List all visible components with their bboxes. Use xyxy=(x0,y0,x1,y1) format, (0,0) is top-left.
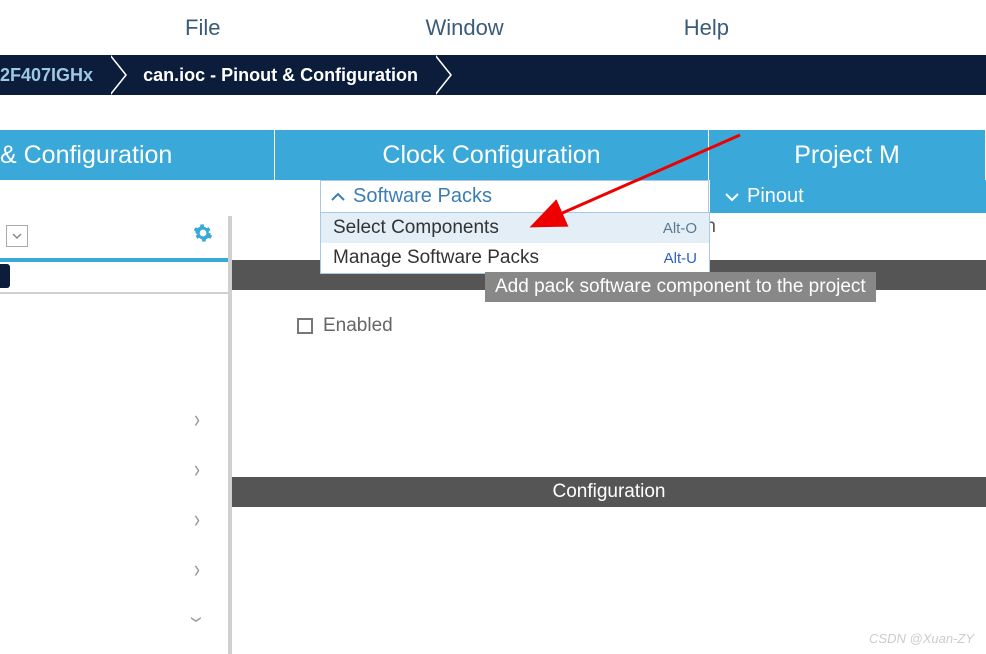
sidebar-item[interactable]: › xyxy=(0,494,228,544)
tab-clock-config[interactable]: Clock Configuration xyxy=(275,130,709,180)
software-packs-dropdown[interactable]: Software Packs Select Components Alt-O M… xyxy=(320,180,709,213)
subbar: Software Packs Select Components Alt-O M… xyxy=(0,180,986,213)
gear-icon[interactable] xyxy=(193,223,213,249)
breadcrumb: 2F407IGHx can.ioc - Pinout & Configurati… xyxy=(0,55,986,95)
sidebar-active-underline xyxy=(0,258,228,262)
menu-file[interactable]: File xyxy=(155,15,250,41)
menubar: File Window Help xyxy=(0,0,986,55)
sidebar-active-marker xyxy=(0,264,10,288)
software-packs-header[interactable]: Software Packs xyxy=(321,181,708,212)
configuration-header-bar: Configuration xyxy=(232,477,986,507)
sidebar-dropdown-toggle[interactable] xyxy=(6,225,28,247)
chevron-right-icon: › xyxy=(194,454,200,483)
tooltip: Add pack software component to the proje… xyxy=(485,272,876,302)
enabled-checkbox[interactable] xyxy=(297,318,313,334)
tab-pinout-config[interactable]: & Configuration xyxy=(0,130,275,180)
subbar-left-spacer xyxy=(0,180,320,213)
menu-item-shortcut: Alt-O xyxy=(663,220,697,237)
chevron-down-icon xyxy=(725,185,739,208)
menu-item-label: Select Components xyxy=(333,217,499,239)
chevron-right-icon: › xyxy=(194,554,200,583)
sidebar-items: › › › › › xyxy=(0,394,228,644)
main-content: Enabled Configuration xyxy=(232,260,986,654)
sidebar-item[interactable]: › xyxy=(0,444,228,494)
tabs-bar: & Configuration Clock Configuration Proj… xyxy=(0,130,986,180)
menu-manage-software-packs[interactable]: Manage Software Packs Alt-U xyxy=(321,243,709,273)
pinout-label: Pinout xyxy=(747,185,804,208)
menu-help[interactable]: Help xyxy=(654,15,759,41)
chevron-right-icon: › xyxy=(194,504,200,533)
sidebar-item[interactable]: › xyxy=(0,594,228,644)
menu-window[interactable]: Window xyxy=(395,15,533,41)
breadcrumb-current[interactable]: can.ioc - Pinout & Configuration xyxy=(113,55,438,95)
pinout-dropdown[interactable]: Pinout xyxy=(709,180,986,213)
tab-divider xyxy=(708,130,709,180)
sidebar-item[interactable]: › xyxy=(0,544,228,594)
chevron-down-icon: › xyxy=(182,616,211,622)
sidebar-separator xyxy=(0,292,228,294)
menu-item-shortcut: Alt-U xyxy=(664,250,697,267)
tab-project-manager[interactable]: Project M xyxy=(709,130,986,180)
configuration-header-label: Configuration xyxy=(552,481,665,503)
left-sidebar: › › › › › xyxy=(0,216,232,654)
sidebar-toolbar xyxy=(0,216,228,256)
breadcrumb-chip[interactable]: 2F407IGHx xyxy=(0,55,113,95)
watermark: CSDN @Xuan-ZY xyxy=(869,631,974,646)
software-packs-label: Software Packs xyxy=(353,185,492,208)
enabled-label: Enabled xyxy=(323,315,393,337)
chevron-up-icon xyxy=(331,185,345,208)
menu-item-label: Manage Software Packs xyxy=(333,247,539,269)
software-packs-menu: Select Components Alt-O Manage Software … xyxy=(320,212,710,274)
chevron-right-icon: › xyxy=(194,404,200,433)
menu-select-components[interactable]: Select Components Alt-O xyxy=(321,213,709,243)
sidebar-item[interactable]: › xyxy=(0,394,228,444)
